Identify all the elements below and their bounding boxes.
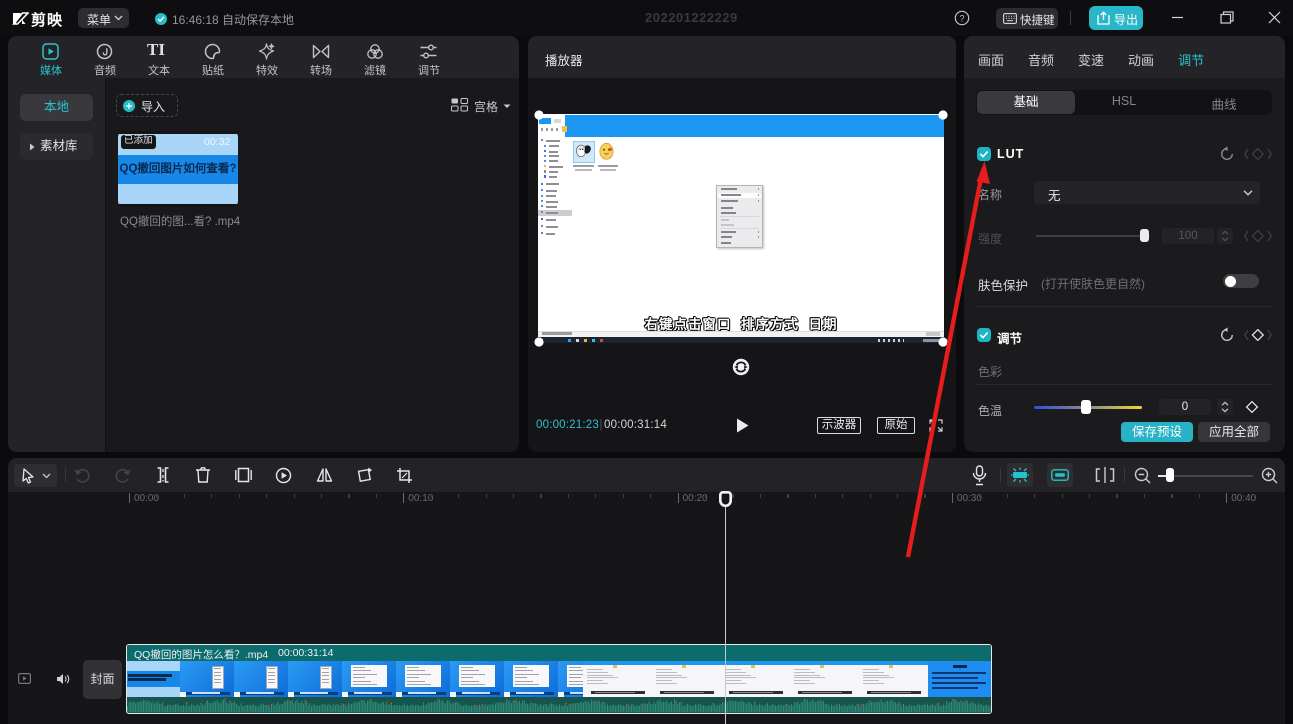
svg-text:?: ?: [959, 13, 964, 23]
